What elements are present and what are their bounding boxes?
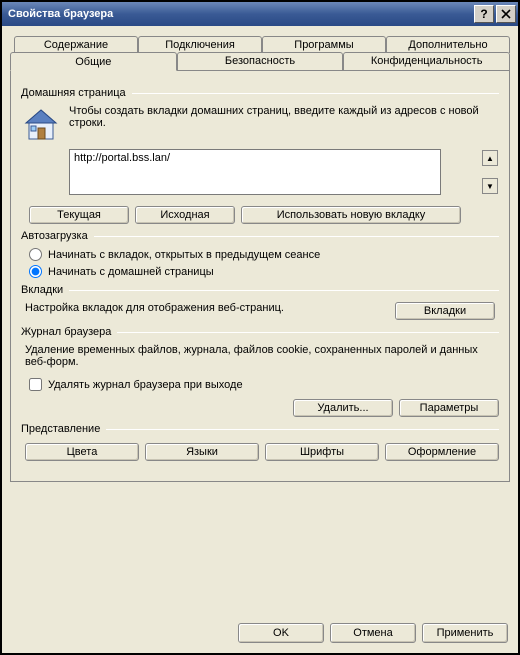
group-startup: Автозагрузка Начинать с вкладок, открыты… — [21, 230, 499, 278]
use-default-button[interactable]: Исходная — [135, 206, 235, 224]
tab-connections[interactable]: Подключения — [138, 36, 262, 53]
delete-on-exit-row[interactable]: Удалять журнал браузера при выходе — [29, 378, 499, 391]
apply-button[interactable]: Применить — [422, 623, 508, 643]
group-appearance-legend: Представление — [21, 423, 106, 435]
group-appearance: Представление Цвета Языки Шрифты Оформле… — [21, 423, 499, 461]
help-button[interactable]: ? — [474, 5, 494, 23]
dialog-footer: OK Отмена Применить — [2, 613, 518, 653]
startup-homepage-row[interactable]: Начинать с домашней страницы — [29, 265, 499, 278]
group-history: Журнал браузера Удаление временных файло… — [21, 326, 499, 417]
languages-button[interactable]: Языки — [145, 443, 259, 461]
colors-button[interactable]: Цвета — [25, 443, 139, 461]
scroll-down-icon[interactable]: ▼ — [482, 178, 498, 194]
tab-general[interactable]: Общие — [10, 52, 177, 71]
history-description: Удаление временных файлов, журнала, файл… — [21, 344, 499, 368]
group-homepage-legend: Домашняя страница — [21, 87, 132, 99]
startup-last-session-label: Начинать с вкладок, открытых в предыдуще… — [48, 249, 320, 261]
accessibility-button[interactable]: Оформление — [385, 443, 499, 461]
tabs-settings-button[interactable]: Вкладки — [395, 302, 495, 320]
tab-advanced[interactable]: Дополнительно — [386, 36, 510, 53]
group-startup-legend: Автозагрузка — [21, 230, 94, 242]
title-bar: Свойства браузера ? — [2, 2, 518, 26]
history-settings-button[interactable]: Параметры — [399, 399, 499, 417]
startup-homepage-label: Начинать с домашней страницы — [48, 266, 214, 278]
group-tabs-legend: Вкладки — [21, 284, 69, 296]
tab-panel-general: Домашняя страница Чтобы созда — [10, 70, 510, 482]
startup-last-session-row[interactable]: Начинать с вкладок, открытых в предыдуще… — [29, 248, 499, 261]
tab-strip: Содержание Подключения Программы Дополни… — [10, 36, 510, 482]
tab-security[interactable]: Безопасность — [177, 52, 344, 70]
tab-content[interactable]: Содержание — [14, 36, 138, 53]
group-history-legend: Журнал браузера — [21, 326, 117, 338]
fonts-button[interactable]: Шрифты — [265, 443, 379, 461]
group-tabs: Вкладки Настройка вкладок для отображени… — [21, 284, 499, 320]
tabs-description: Настройка вкладок для отображения веб-ст… — [25, 302, 385, 314]
use-current-button[interactable]: Текущая — [29, 206, 129, 224]
close-button[interactable] — [496, 5, 516, 23]
startup-homepage-radio[interactable] — [29, 265, 42, 278]
group-homepage: Домашняя страница Чтобы созда — [21, 87, 499, 224]
delete-history-button[interactable]: Удалить... — [293, 399, 393, 417]
use-newtab-button[interactable]: Использовать новую вкладку — [241, 206, 461, 224]
delete-on-exit-checkbox[interactable] — [29, 378, 42, 391]
startup-last-session-radio[interactable] — [29, 248, 42, 261]
homepage-url-input[interactable] — [69, 149, 441, 195]
cancel-button[interactable]: Отмена — [330, 623, 416, 643]
tab-privacy[interactable]: Конфиденциальность — [343, 52, 510, 70]
window-title: Свойства браузера — [8, 8, 472, 20]
tab-programs[interactable]: Программы — [262, 36, 386, 53]
ok-button[interactable]: OK — [238, 623, 324, 643]
homepage-instruction: Чтобы создать вкладки домашних страниц, … — [69, 105, 499, 143]
home-icon — [21, 105, 61, 143]
scroll-up-icon[interactable]: ▲ — [482, 150, 498, 166]
delete-on-exit-label: Удалять журнал браузера при выходе — [48, 379, 243, 391]
